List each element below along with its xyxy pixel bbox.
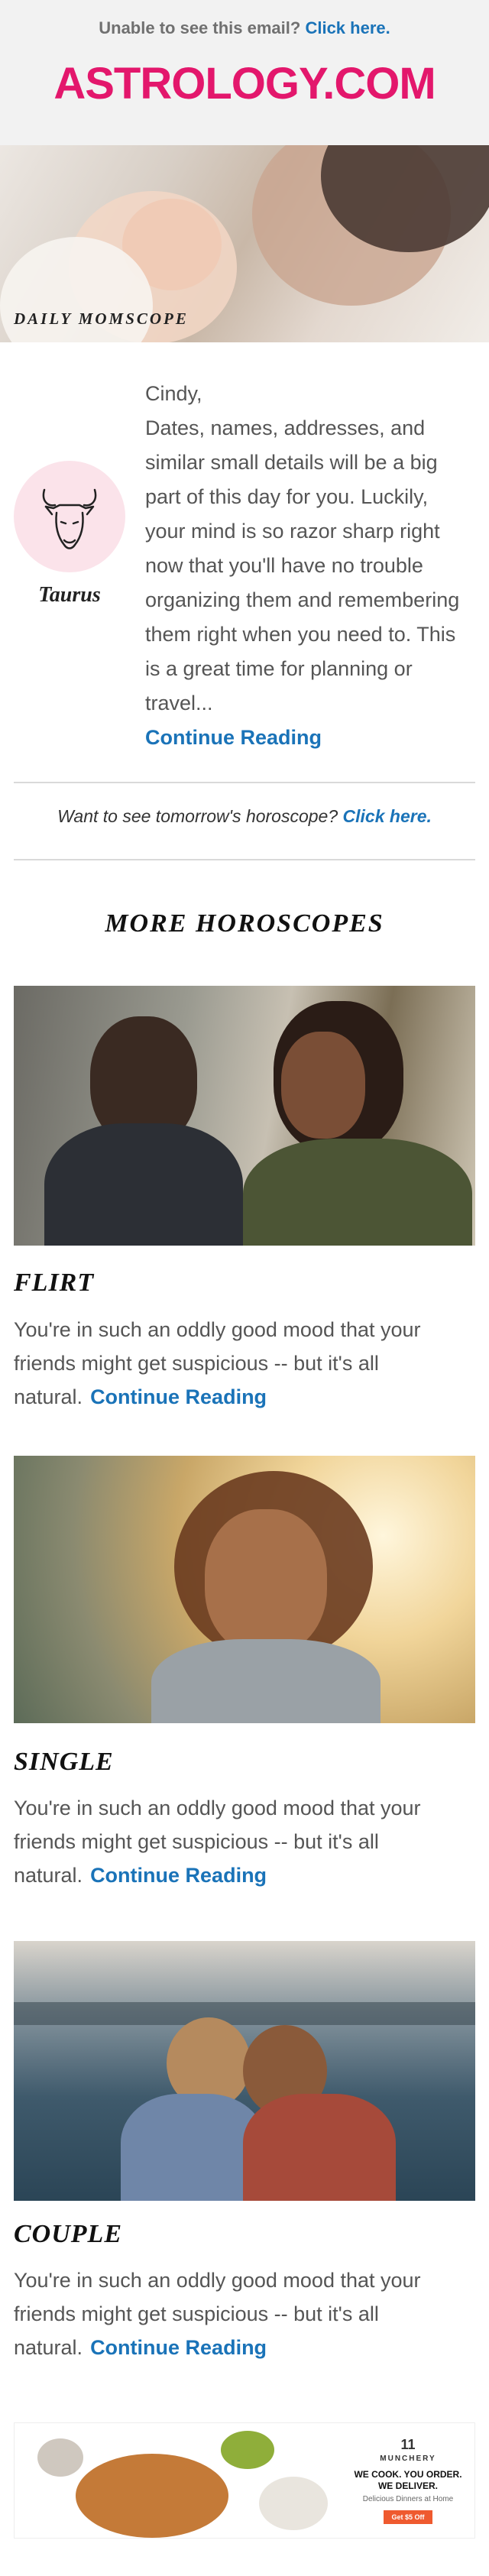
continue-reading-link[interactable]: Continue Reading <box>90 2336 267 2359</box>
section-title-single: SINGLE <box>14 1748 114 1776</box>
tomorrow-text: Want to see tomorrow's horoscope? <box>57 806 338 826</box>
ad-brand-name: MUNCHERY <box>380 2454 436 2463</box>
single-photo[interactable] <box>14 1456 475 1723</box>
ad-brand: 11 MUNCHERY WE COOK. YOU ORDER. WE DELIV… <box>351 2437 465 2524</box>
section-title-couple: COUPLE <box>14 2220 122 2248</box>
divider <box>14 859 475 860</box>
continue-reading-link[interactable]: Continue Reading <box>90 1385 267 1408</box>
unable-to-view-line: Unable to see this email? Click here. <box>0 0 489 38</box>
email-header: Unable to see this email? Click here. AS… <box>0 0 489 145</box>
ad-tagline: WE COOK. YOU ORDER. WE DELIVER. <box>354 2469 462 2491</box>
continue-reading-link[interactable]: Continue Reading <box>145 721 474 755</box>
section-text-flirt: You're in such an oddly good mood that y… <box>14 1313 475 1414</box>
ad-number: 11 <box>400 2437 416 2452</box>
unable-text: Unable to see this email? <box>99 18 301 37</box>
more-horoscopes-title: MORE HOROSCOPES <box>105 909 384 938</box>
section-title-flirt: FLIRT <box>14 1269 95 1297</box>
view-in-browser-link[interactable]: Click here. <box>305 18 390 37</box>
continue-reading-link[interactable]: Continue Reading <box>90 1864 267 1887</box>
taurus-icon <box>14 461 125 572</box>
ad-subtitle: Delicious Dinners at Home <box>362 2495 454 2503</box>
ad-offer-button[interactable]: Get $5 Off <box>384 2510 432 2524</box>
section-text-single: You're in such an oddly good mood that y… <box>14 1791 475 1892</box>
tomorrow-link[interactable]: Click here. <box>343 806 432 826</box>
divider <box>14 782 475 783</box>
couple-photo[interactable] <box>14 1941 475 2201</box>
tomorrow-line: Want to see tomorrow's horoscope? Click … <box>0 806 489 827</box>
hero-label: DAILY MOMSCOPE <box>14 309 189 328</box>
flirt-photo[interactable] <box>14 986 475 1246</box>
daily-horoscope: Taurus Cindy, Dates, names, addresses, a… <box>0 342 489 789</box>
section-text-couple: You're in such an oddly good mood that y… <box>14 2263 475 2364</box>
hero-image: DAILY MOMSCOPE <box>0 145 489 342</box>
reading-text: Dates, names, addresses, and similar sma… <box>145 416 460 714</box>
astrology-logo[interactable]: ASTROLOGY.COM <box>0 58 489 109</box>
sign-name: Taurus <box>38 583 101 607</box>
daily-reading: Cindy, Dates, names, addresses, and simi… <box>145 377 474 755</box>
greeting: Cindy, <box>145 382 202 405</box>
advertisement-banner[interactable]: 11 MUNCHERY WE COOK. YOU ORDER. WE DELIV… <box>14 2422 475 2539</box>
